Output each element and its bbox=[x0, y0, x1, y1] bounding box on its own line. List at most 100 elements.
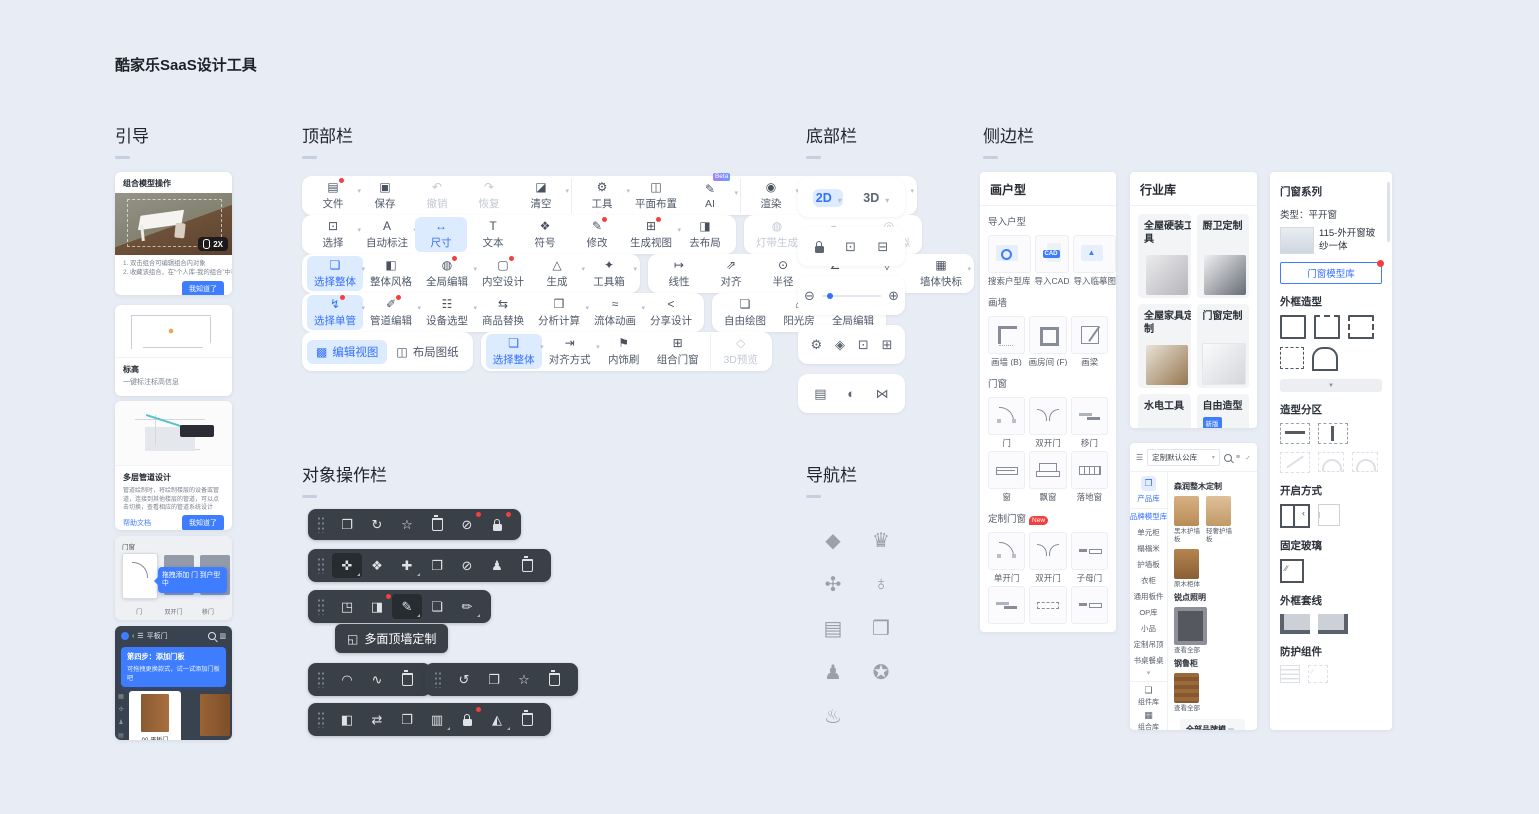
combo-window-button[interactable]: ⊞ 组合门窗 bbox=[650, 334, 706, 369]
expand-icon[interactable]: ↔ bbox=[1243, 453, 1253, 463]
lock-view-button[interactable] bbox=[812, 239, 827, 255]
arc-button[interactable]: ◠ bbox=[332, 667, 362, 692]
cat-wall-panel[interactable]: 护墙板 bbox=[1137, 557, 1160, 573]
list-icon[interactable]: ▥ bbox=[219, 632, 226, 640]
lock-button[interactable] bbox=[482, 512, 512, 537]
lib-components[interactable]: ❏ 组件库 bbox=[1138, 685, 1159, 707]
interior-design-button[interactable]: ▢ 内空设计 bbox=[475, 256, 531, 291]
bay-window-item[interactable]: 飘窗 bbox=[1029, 451, 1066, 501]
window-library-button[interactable]: 门窗模型库 bbox=[1280, 262, 1382, 284]
drag-handle-icon[interactable] bbox=[434, 671, 442, 688]
text-button[interactable]: T 文本 bbox=[467, 217, 519, 252]
equipment-button[interactable]: ☷ 设备选型 bbox=[419, 295, 475, 330]
frame-arch[interactable] bbox=[1312, 347, 1338, 371]
fit-view-button[interactable]: ⊡ bbox=[855, 335, 872, 355]
select-whole2-button[interactable]: ❏ 选择整体 bbox=[486, 334, 542, 369]
filter-icon[interactable]: ≡ bbox=[1236, 454, 1240, 461]
current-product-row[interactable]: 115-外开窗玻纱一体 bbox=[1280, 227, 1382, 254]
cube-view-button[interactable]: ◈ bbox=[832, 335, 848, 355]
nav-account[interactable]: ♟ bbox=[809, 650, 857, 694]
zoom-slider[interactable] bbox=[822, 295, 881, 297]
delete-button[interactable] bbox=[392, 667, 422, 692]
auto-dimension-button[interactable]: A 自动标注 bbox=[359, 217, 415, 252]
toolbox-button[interactable]: ✦ 工具箱 bbox=[583, 256, 635, 291]
drag-handle-icon[interactable] bbox=[317, 671, 325, 688]
free-draw-button[interactable]: ❏ 自由绘图 bbox=[717, 295, 773, 330]
select-button[interactable]: ⊡ 选择 bbox=[307, 217, 359, 252]
frame-square-dtop[interactable] bbox=[1314, 315, 1340, 339]
pipe-edit-button[interactable]: ✐ 管道编辑 bbox=[363, 295, 419, 330]
top-wall-button[interactable]: ◳ bbox=[332, 594, 362, 619]
nav-cabinet[interactable]: ▤ bbox=[809, 606, 857, 650]
brand-item[interactable]: 轻奢护墙板 bbox=[1206, 496, 1233, 544]
lib-combos[interactable]: ▦ 组合库 bbox=[1138, 710, 1159, 730]
linear-dim-button[interactable]: ↦ 线性 bbox=[653, 256, 705, 291]
double-door-item[interactable]: 双开门 bbox=[1029, 397, 1066, 447]
copy-button[interactable]: ❐ bbox=[479, 667, 509, 692]
favorite-button[interactable]: ☆ bbox=[392, 512, 422, 537]
add-to-group-button[interactable]: ❐ bbox=[332, 512, 362, 537]
zone-vbar[interactable] bbox=[1318, 423, 1348, 444]
brand-item[interactable]: 黑木护墙板 bbox=[1174, 496, 1201, 544]
move-rotate-button[interactable]: ✜ bbox=[332, 553, 362, 578]
layout-sheet-button[interactable]: ◫ 布局图纸 bbox=[387, 340, 467, 364]
analysis-button[interactable]: ❒ 分析计算 bbox=[531, 295, 587, 330]
member-button[interactable]: ♟ bbox=[482, 553, 512, 578]
cat-brand-models[interactable]: 品牌模型库 bbox=[1130, 509, 1167, 525]
menu-icon[interactable]: ☰ bbox=[137, 632, 143, 640]
hide-button[interactable]: ⊘ bbox=[452, 553, 482, 578]
generate-view-button[interactable]: ⊞ 生成视图 bbox=[623, 217, 679, 252]
group-objects-button[interactable]: ❖ bbox=[362, 553, 392, 578]
cat-wardrobe[interactable]: 衣柜 bbox=[1141, 573, 1156, 589]
clear-button[interactable]: ◪ 清空 bbox=[515, 178, 567, 213]
redo-button[interactable]: ↷ 恢复 bbox=[463, 178, 515, 213]
import-cad-item[interactable]: 导入CAD bbox=[1035, 235, 1070, 285]
tools-button[interactable]: ⚙ 工具 bbox=[576, 178, 628, 213]
to-layout-button[interactable]: ◨ 去布局 bbox=[679, 217, 731, 252]
snapshot-button[interactable]: ▤ bbox=[811, 384, 829, 404]
fluid-anim-button[interactable]: ≈ 流体动画 bbox=[587, 295, 643, 330]
brand-item[interactable]: 查看全部 bbox=[1174, 607, 1201, 655]
layout-button[interactable]: ◧ bbox=[332, 707, 362, 732]
cat-ceiling[interactable]: 定制吊顶 bbox=[1134, 637, 1164, 653]
door-thumbnail-partial[interactable] bbox=[200, 694, 230, 736]
rotate-button[interactable]: ↻ bbox=[362, 512, 392, 537]
rail-icon[interactable]: ▦ bbox=[118, 693, 124, 700]
water-electric-card[interactable]: 水电工具 bbox=[1138, 394, 1191, 428]
guard-screen[interactable] bbox=[1308, 665, 1328, 683]
got-it-button[interactable]: 我知道了 bbox=[182, 515, 224, 530]
swap-button[interactable]: ⇄ bbox=[362, 707, 392, 732]
find-view-button[interactable]: ⊟ bbox=[874, 237, 891, 257]
open-side[interactable] bbox=[1318, 504, 1340, 526]
sliding-door-item[interactable]: 移门 bbox=[1071, 397, 1108, 447]
save-button[interactable]: ▣ 保存 bbox=[359, 178, 411, 213]
custom-door4-item[interactable] bbox=[988, 586, 1025, 632]
door-custom-button[interactable]: ◨ bbox=[362, 594, 392, 619]
zone-arch1[interactable] bbox=[1318, 452, 1344, 472]
view-2d-button[interactable]: 2D bbox=[813, 189, 843, 207]
search-icon[interactable] bbox=[1224, 454, 1232, 462]
drag-handle-icon[interactable] bbox=[317, 711, 325, 728]
cat-general-boards[interactable]: 通用板件 bbox=[1134, 589, 1164, 605]
back-icon[interactable]: ‹ bbox=[132, 633, 134, 640]
move-button[interactable]: ✚ bbox=[392, 553, 422, 578]
focus-button[interactable]: ⊡ bbox=[842, 237, 859, 257]
reposition-button[interactable]: ↺ bbox=[449, 667, 479, 692]
undo-button[interactable]: ↶ 撤销 bbox=[411, 178, 463, 213]
nav-tools[interactable]: ♨ bbox=[809, 694, 857, 738]
cat-small-items[interactable]: 小品 bbox=[1141, 621, 1156, 637]
preview-3d-button[interactable]: ◇ 3D预览 bbox=[715, 334, 767, 369]
nav-vip[interactable]: ♛ bbox=[857, 518, 905, 562]
rail-icon[interactable]: ▤ bbox=[118, 732, 124, 739]
cat-desk-table[interactable]: 书桌餐桌 bbox=[1134, 653, 1164, 669]
delete-button[interactable] bbox=[422, 512, 452, 537]
zone-arch2[interactable] bbox=[1352, 452, 1378, 472]
drag-handle-icon[interactable] bbox=[317, 598, 325, 615]
custom-door5-item[interactable] bbox=[1029, 586, 1066, 632]
rail-icon[interactable]: ♟ bbox=[118, 719, 123, 726]
favorite-button[interactable]: ☆ bbox=[509, 667, 539, 692]
drag-handle-icon[interactable] bbox=[317, 516, 325, 533]
nav-idea[interactable]: ♁ bbox=[857, 562, 905, 606]
select-pipe-button[interactable]: ↯ 选择单管 bbox=[307, 295, 363, 330]
align-dim-button[interactable]: ⇗ 对齐 bbox=[705, 256, 757, 291]
